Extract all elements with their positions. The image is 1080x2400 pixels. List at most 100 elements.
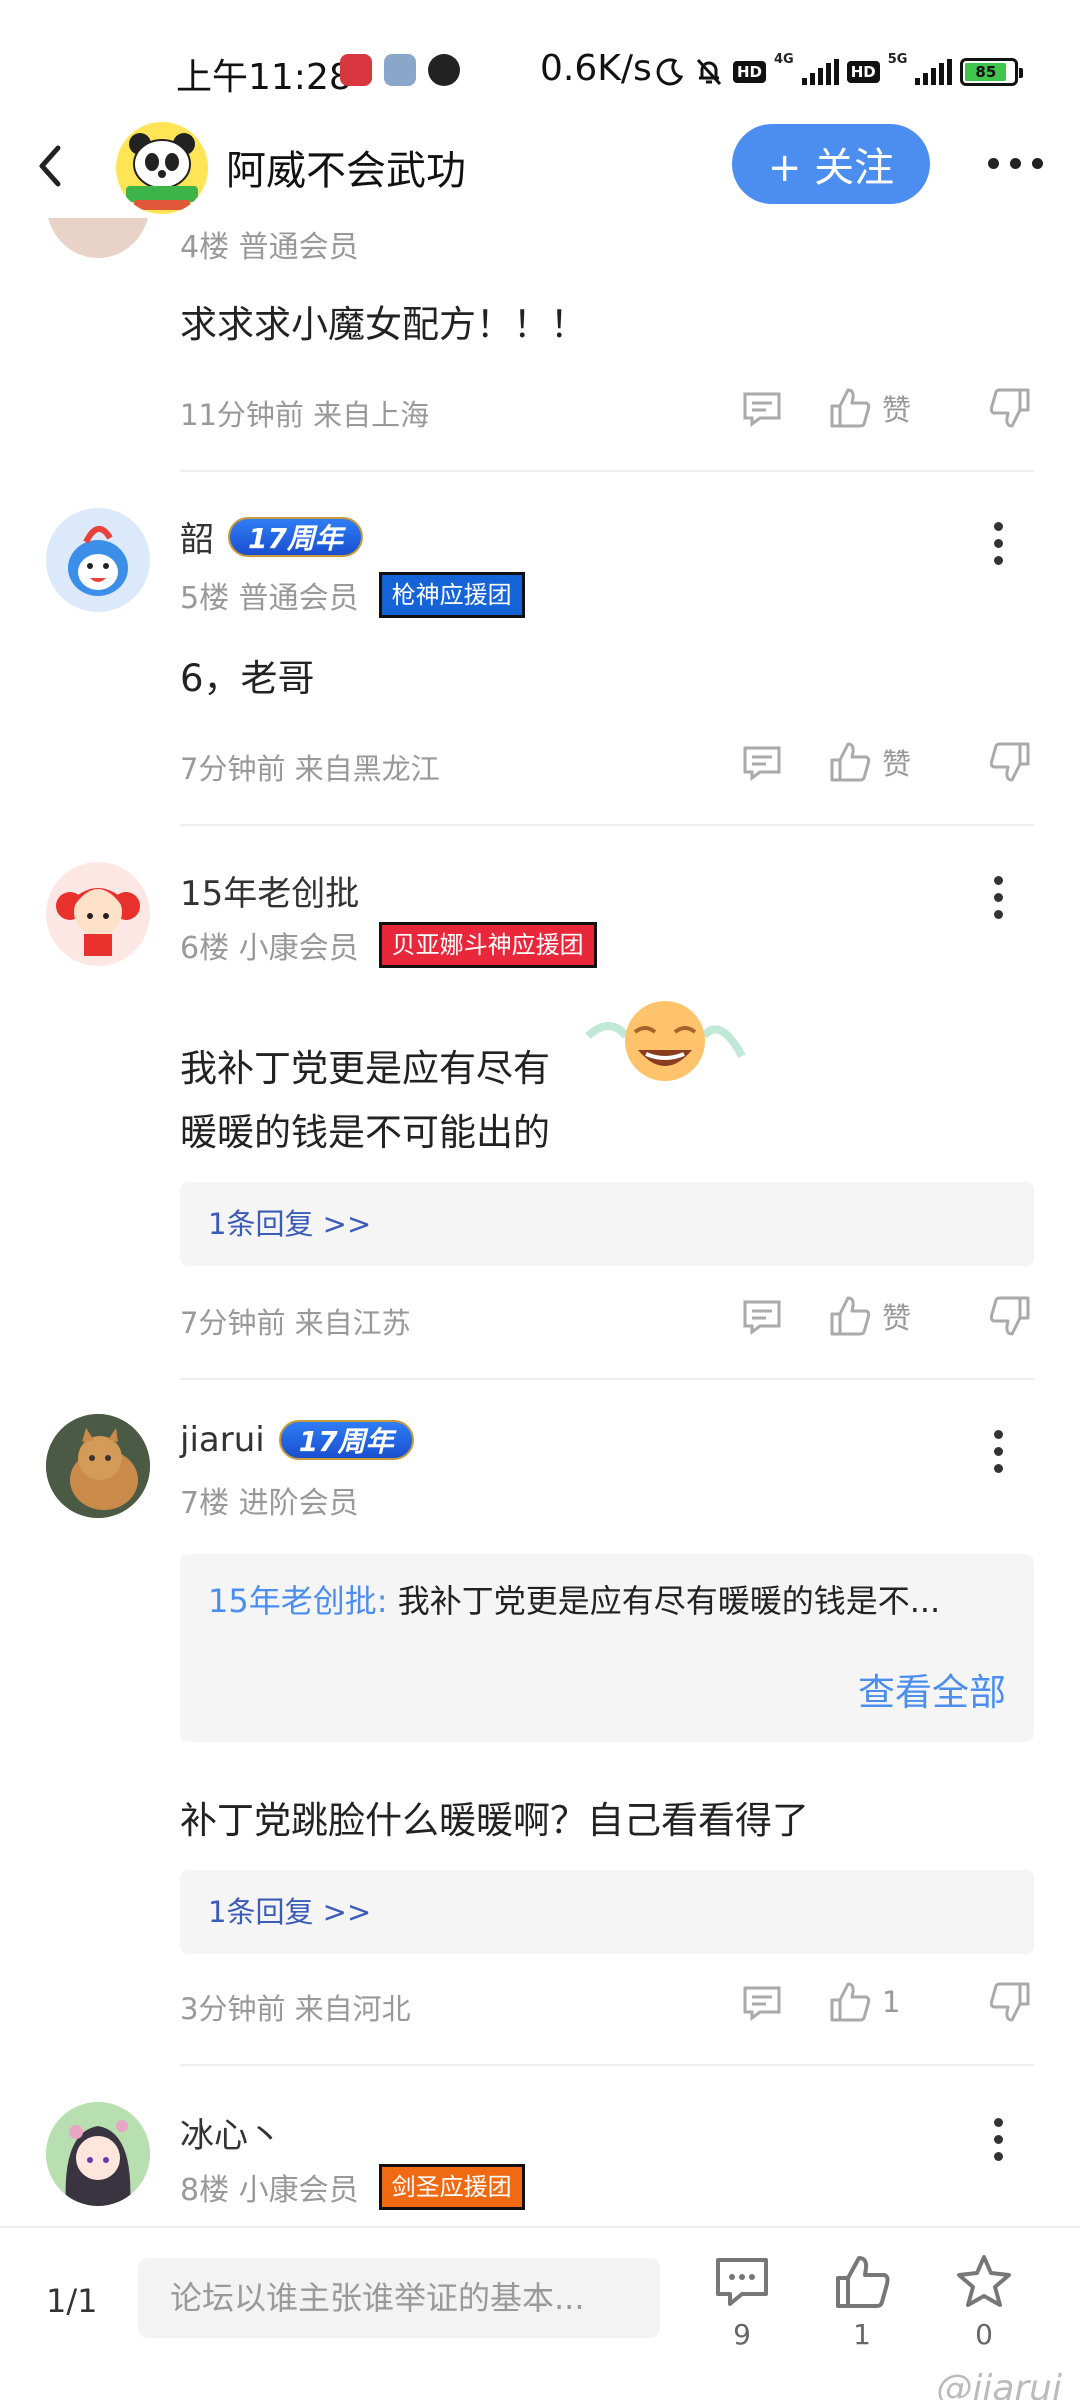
comment-time-location: 3分钟前 来自河北 xyxy=(180,1992,411,2026)
thumbs-down-icon[interactable] xyxy=(988,1980,1032,2024)
forum-avatar[interactable] xyxy=(116,122,208,214)
network-type-label: 4G xyxy=(774,52,794,67)
favorite-count: 0 xyxy=(975,2318,993,2351)
quote-username[interactable]: 15年老创批: xyxy=(208,1582,388,1620)
comment-actions: 赞 xyxy=(740,386,1032,430)
reply-icon[interactable] xyxy=(740,386,784,430)
comment-actions: 赞 xyxy=(740,740,1032,784)
hd-icon: HD xyxy=(846,61,880,83)
view-replies-link[interactable]: 1条回复 >> xyxy=(180,1182,1034,1266)
forum-title[interactable]: 阿威不会武功 xyxy=(226,138,466,196)
message-notification-icon xyxy=(428,54,460,86)
divider xyxy=(180,824,1034,826)
reply-icon[interactable] xyxy=(740,1980,784,2024)
thumbs-up-icon[interactable] xyxy=(828,386,872,430)
thumbs-down-icon[interactable] xyxy=(988,386,1032,430)
comment-count: 9 xyxy=(733,2318,751,2351)
thumbs-up-icon[interactable] xyxy=(828,1294,872,1338)
app-notification-icon xyxy=(384,54,416,86)
quoted-reply[interactable]: 15年老创批: 我补丁党更是应有尽有暖暖的钱是不... 查看全部 xyxy=(180,1554,1034,1742)
divider xyxy=(180,1378,1034,1380)
comment-meta: 5楼 普通会员 枪神应援团 xyxy=(180,572,525,618)
reply-icon[interactable] xyxy=(740,1294,784,1338)
anniversary-badge: 17周年 xyxy=(278,1420,414,1460)
more-options-icon[interactable] xyxy=(988,158,1043,169)
divider xyxy=(180,470,1034,472)
comment-more-icon[interactable] xyxy=(994,2118,1003,2161)
signal-icon xyxy=(915,59,953,85)
comment-more-icon[interactable] xyxy=(994,522,1003,565)
like-count: 1 xyxy=(853,2318,871,2351)
username[interactable]: 冰心丶 xyxy=(180,2108,282,2157)
comment-meta: 4楼 普通会员 xyxy=(180,222,359,266)
network-speed: 0.6K/s xyxy=(540,48,652,89)
username[interactable]: jiarui xyxy=(180,1420,265,1460)
crying-laughing-emoji-icon xyxy=(585,1001,746,1081)
floor-meta: 8楼 小康会员 xyxy=(180,2173,359,2208)
battery-level: 85 xyxy=(965,63,1007,81)
avatar[interactable] xyxy=(46,2102,150,2206)
like-button[interactable]: 1 xyxy=(822,2252,902,2351)
thumbs-down-icon[interactable] xyxy=(988,740,1032,784)
comment-more-icon[interactable] xyxy=(994,1430,1003,1473)
comment-user: 15年老创批 xyxy=(180,866,359,915)
page-indicator[interactable]: 1/1 xyxy=(46,2282,98,2320)
comment-more-icon[interactable] xyxy=(994,876,1003,919)
floor-meta: 7楼 进阶会员 xyxy=(180,1486,359,1521)
comment-user: jiarui 17周年 xyxy=(180,1420,414,1460)
username[interactable]: 韶 xyxy=(180,512,214,561)
like-label[interactable]: 赞 xyxy=(882,1295,942,1337)
username[interactable]: 15年老创批 xyxy=(180,866,359,915)
avatar-image xyxy=(56,888,140,956)
comment-input[interactable]: 论坛以谁主张谁举证的基本... xyxy=(138,2258,660,2338)
comment-meta: 7楼 进阶会员 xyxy=(180,1478,359,1522)
star-icon xyxy=(957,2255,1011,2307)
status-icons: HD 4G HD 5G 85 xyxy=(655,52,1024,92)
app-notification-icon xyxy=(340,54,372,86)
battery-icon: 85 xyxy=(960,58,1024,86)
comment-time-location: 7分钟前 来自江苏 xyxy=(180,1306,411,1340)
comment-text: 6，老哥 xyxy=(180,657,315,700)
thumbs-down-icon[interactable] xyxy=(988,1294,1032,1338)
avatar-image xyxy=(46,2102,150,2206)
comment-text-line: 暖暖的钱是不可能出的 xyxy=(180,1111,550,1154)
comment-meta: 8楼 小康会员 剑圣应援团 xyxy=(180,2164,525,2210)
floor-meta: 4楼 普通会员 xyxy=(180,230,359,265)
avatar[interactable] xyxy=(46,862,150,966)
favorite-button[interactable]: 0 xyxy=(944,2252,1024,2351)
view-all-link[interactable]: 查看全部 xyxy=(858,1662,1006,1716)
avatar-image xyxy=(46,1414,150,1518)
like-label[interactable]: 赞 xyxy=(882,741,942,783)
avatar[interactable] xyxy=(46,1414,150,1518)
like-label[interactable]: 赞 xyxy=(882,387,942,429)
fan-group-badge: 贝亚娜斗神应援团 xyxy=(378,922,597,968)
network-type-label: 5G xyxy=(887,52,908,67)
comment-user: 韶 17周年 xyxy=(180,512,363,561)
comment-text: 求求求小魔女配方！！！ xyxy=(180,303,587,346)
status-bar: 上午11:28 0.6K/s HD 4G HD 5G 85 xyxy=(0,0,1080,130)
quote-text: 我补丁党更是应有尽有暖暖的钱是不... xyxy=(387,1582,941,1620)
thumbs-up-icon[interactable] xyxy=(828,1980,872,2024)
reply-icon[interactable] xyxy=(740,740,784,784)
like-count[interactable]: 1 xyxy=(882,1985,942,2019)
floor-meta: 5楼 普通会员 xyxy=(180,581,359,616)
follow-button[interactable]: + 关注 xyxy=(732,124,930,204)
watermark: @jiarui xyxy=(936,2368,1062,2400)
divider xyxy=(180,2064,1034,2066)
thumbs-up-icon[interactable] xyxy=(828,740,872,784)
comments-button[interactable]: 9 xyxy=(702,2252,782,2351)
comment-meta: 6楼 小康会员 贝亚娜斗神应援团 xyxy=(180,922,597,968)
avatar[interactable] xyxy=(46,508,150,612)
anniversary-badge: 17周年 xyxy=(228,516,363,557)
panda-icon xyxy=(126,133,198,210)
fan-group-badge: 枪神应援团 xyxy=(378,572,525,618)
quote-line: 15年老创批: 我补丁党更是应有尽有暖暖的钱是不... xyxy=(208,1576,1008,1622)
comment-text-line: 我补丁党更是应有尽有 xyxy=(180,1047,550,1090)
top-bar: 阿威不会武功 + 关注 xyxy=(0,118,1080,214)
back-arrow-icon[interactable] xyxy=(30,142,70,190)
comment-actions: 赞 xyxy=(740,1294,1032,1338)
view-replies-link[interactable]: 1条回复 >> xyxy=(180,1870,1034,1954)
comment-user: 冰心丶 xyxy=(180,2108,282,2157)
signal-icon xyxy=(801,59,839,85)
moon-icon xyxy=(656,58,684,86)
